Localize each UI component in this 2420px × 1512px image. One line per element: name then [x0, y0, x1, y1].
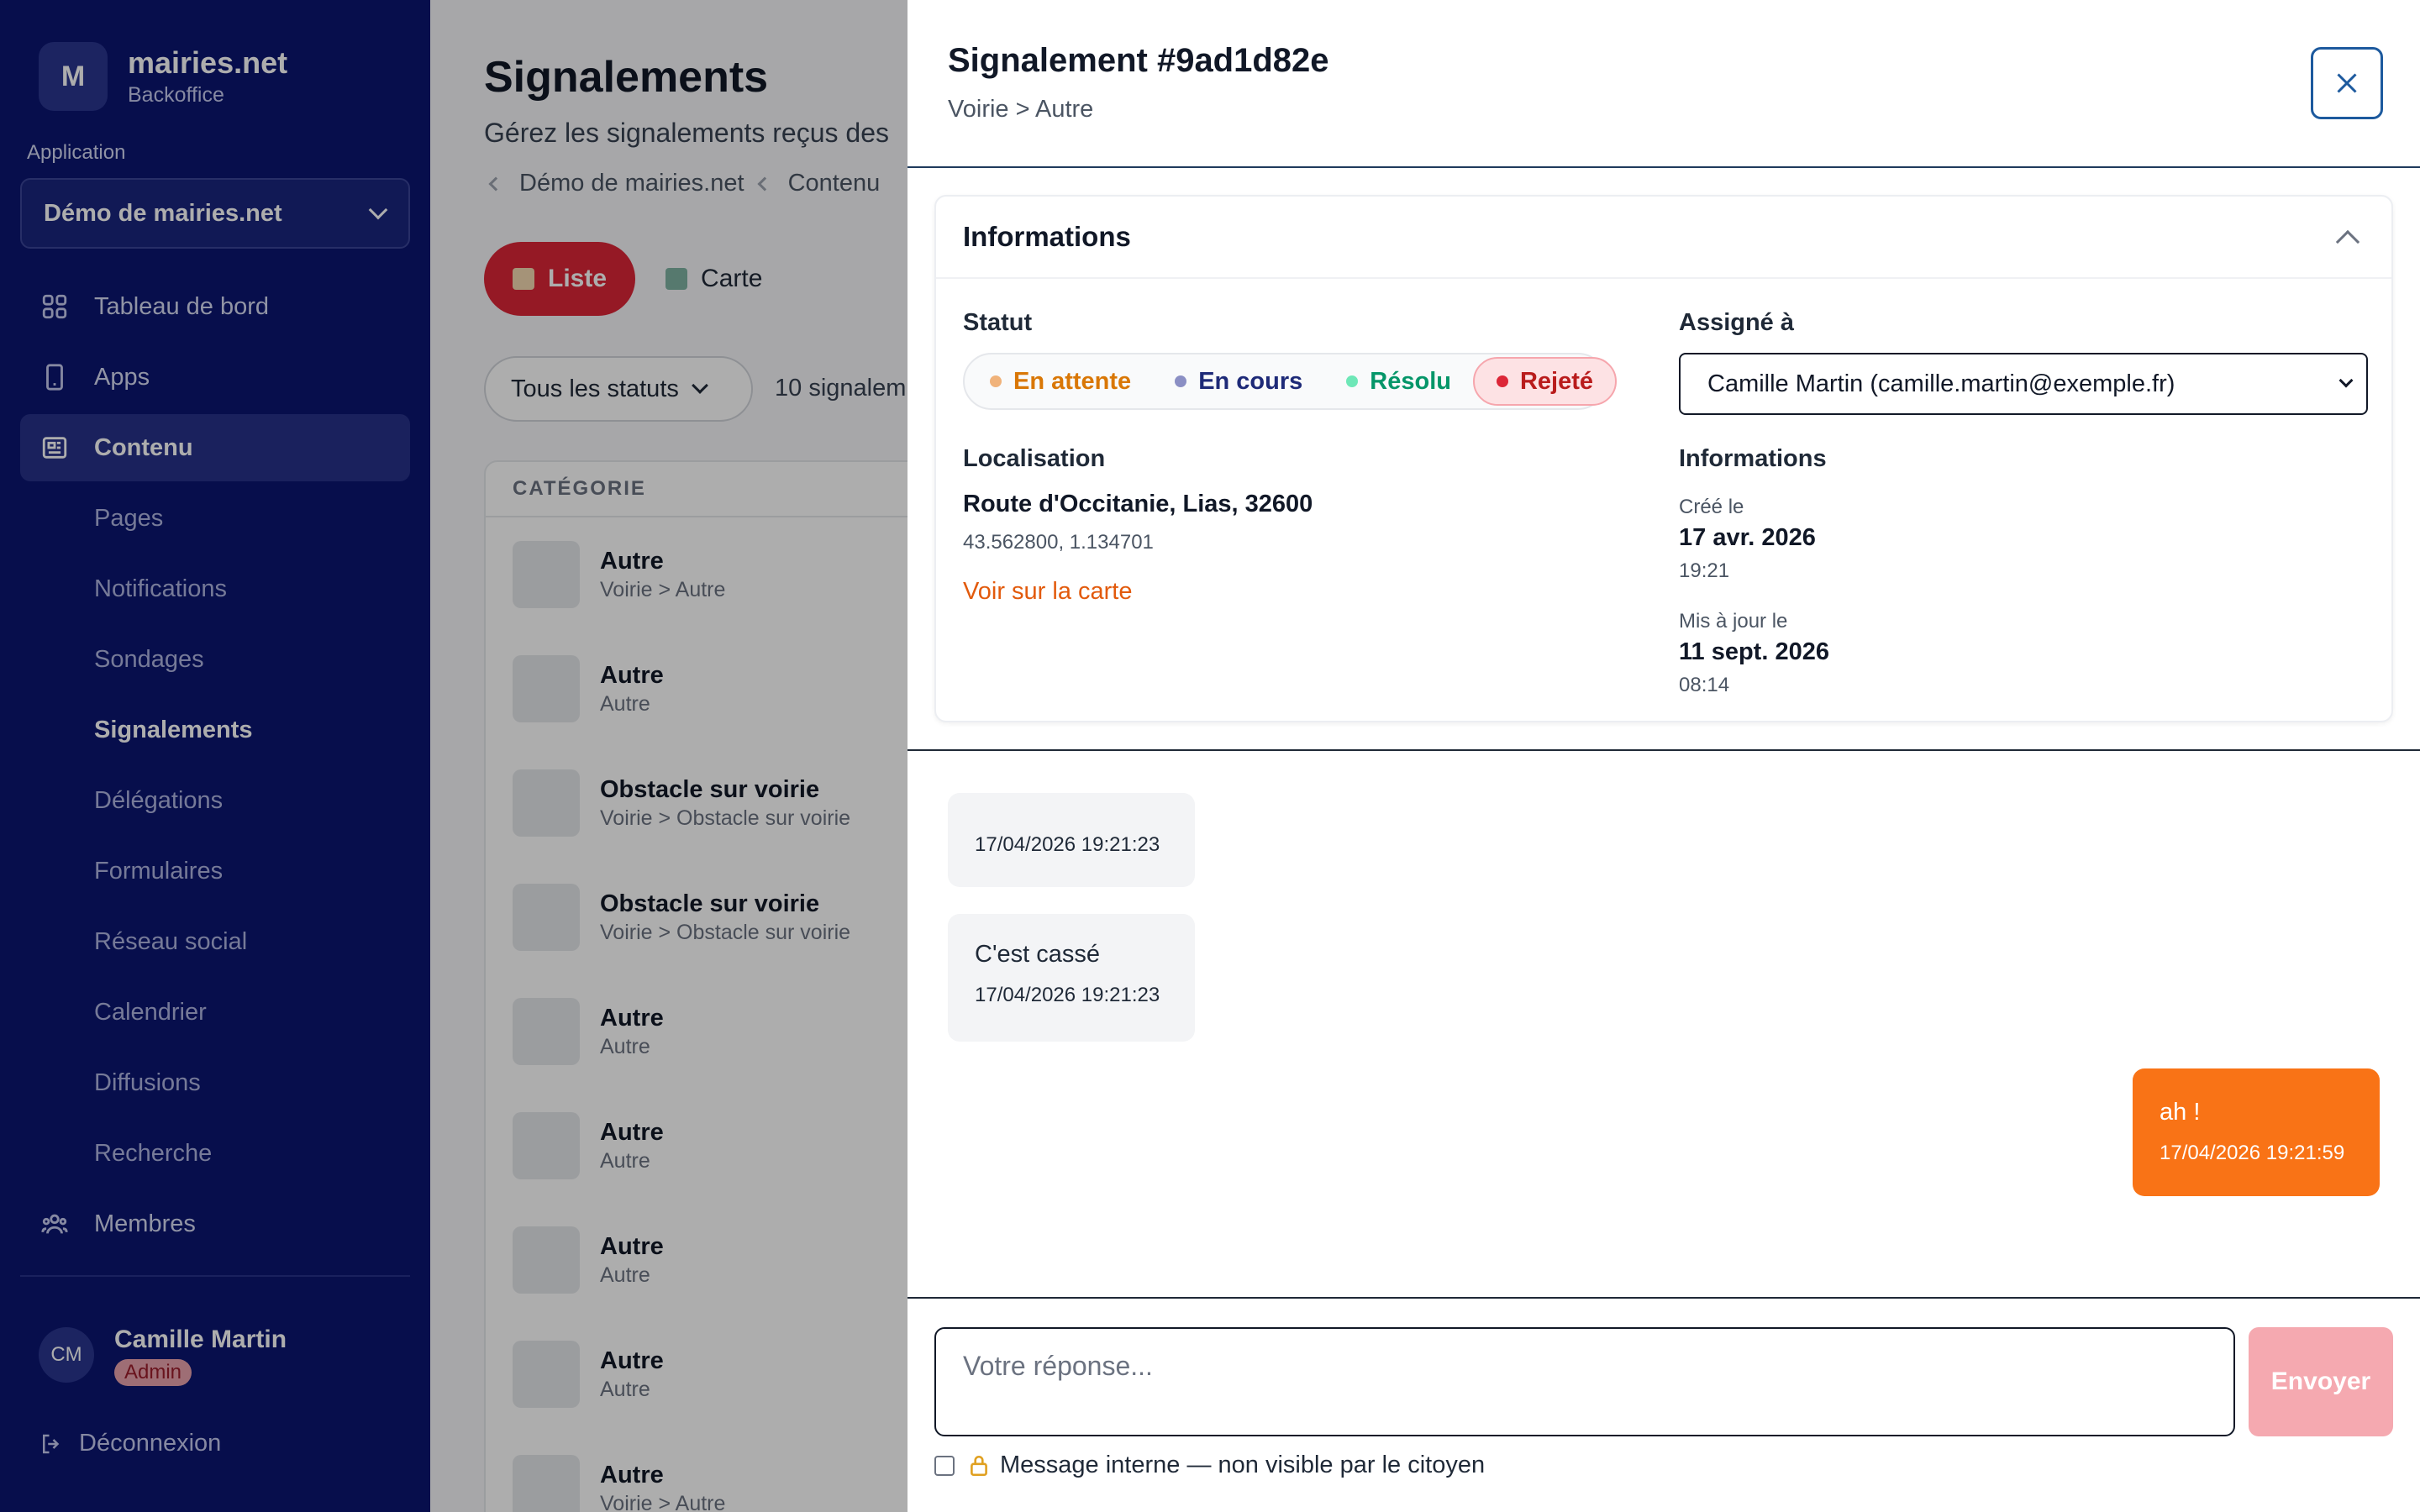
status-label: En attente — [1013, 367, 1132, 395]
status-dot — [1346, 375, 1359, 387]
created-date: 17 avr. 2026 — [1679, 524, 1816, 551]
statut-label: Statut — [963, 309, 1033, 336]
created-time: 19:21 — [1679, 559, 1730, 582]
message-text: ah ! — [2160, 1099, 2201, 1126]
card-title: Informations — [963, 221, 1131, 252]
status-label: En cours — [1198, 367, 1303, 395]
composer-divider — [908, 1297, 2420, 1299]
status-label: Rejeté — [1519, 367, 1594, 395]
message-bubble-agent: ah ! 17/04/2026 19:21:59 — [2133, 1068, 2380, 1196]
lock-icon — [968, 1454, 990, 1478]
close-button[interactable] — [2311, 47, 2383, 119]
coordinates: 43.562800, 1.134701 — [963, 531, 1154, 554]
voir-sur-la-carte-link[interactable]: Voir sur la carte — [963, 578, 1132, 606]
message-bubble: C'est cassé 17/04/2026 19:21:23 — [948, 914, 1195, 1042]
informations-card: Informations Statut En attente En cours … — [934, 195, 2393, 722]
internal-message-option[interactable]: Message interne — non visible par le cit… — [934, 1452, 1485, 1479]
status-segmented-control: En attente En cours Résolu Rejeté — [963, 353, 1618, 410]
message-time: 17/04/2026 19:21:23 — [975, 833, 1160, 856]
send-button[interactable]: Envoyer — [2249, 1327, 2393, 1436]
message-time: 17/04/2026 19:21:59 — [2160, 1142, 2345, 1164]
chevron-up-icon[interactable] — [2335, 229, 2360, 255]
status-dot — [990, 375, 1002, 387]
created-label: Créé le — [1679, 496, 1744, 518]
meta-informations-label: Informations — [1679, 445, 1827, 472]
drawer-subtitle: Voirie > Autre — [948, 96, 1094, 123]
localisation-label: Localisation — [963, 445, 1106, 472]
assigne-label: Assigné à — [1679, 309, 1794, 336]
drawer-title: Signalement #9ad1d82e — [948, 42, 1329, 79]
assignee-select[interactable]: Camille Martin (camille.martin@exemple.f… — [1679, 353, 2368, 415]
drawer-header: Signalement #9ad1d82e Voirie > Autre — [908, 0, 2420, 168]
updated-date: 11 sept. 2026 — [1679, 638, 1829, 665]
status-label: Résolu — [1370, 367, 1451, 395]
section-divider — [908, 749, 2420, 751]
updated-label: Mis à jour le — [1679, 610, 1788, 633]
signalement-drawer: Signalement #9ad1d82e Voirie > Autre Inf… — [908, 0, 2420, 1512]
internal-message-label: Message interne — non visible par le cit… — [1000, 1452, 1486, 1478]
status-rejete[interactable]: Rejeté — [1472, 357, 1618, 406]
status-en-cours[interactable]: En cours — [1153, 357, 1324, 406]
status-en-attente[interactable]: En attente — [968, 357, 1153, 406]
assignee-value: Camille Martin (camille.martin@exemple.f… — [1707, 370, 2175, 397]
message-text: C'est cassé — [975, 941, 1100, 968]
address: Route d'Occitanie, Lias, 32600 — [963, 491, 1313, 517]
message-time: 17/04/2026 19:21:23 — [975, 984, 1160, 1006]
status-resolu[interactable]: Résolu — [1324, 357, 1473, 406]
reply-input[interactable] — [934, 1327, 2235, 1436]
status-dot — [1496, 375, 1508, 387]
updated-time: 08:14 — [1679, 674, 1730, 696]
chevron-down-icon — [2338, 373, 2354, 388]
message-bubble: 17/04/2026 19:21:23 — [948, 793, 1195, 887]
informations-card-header[interactable]: Informations — [936, 197, 2391, 279]
internal-message-checkbox[interactable] — [934, 1455, 955, 1476]
close-icon — [2332, 68, 2362, 98]
status-dot — [1175, 375, 1187, 387]
